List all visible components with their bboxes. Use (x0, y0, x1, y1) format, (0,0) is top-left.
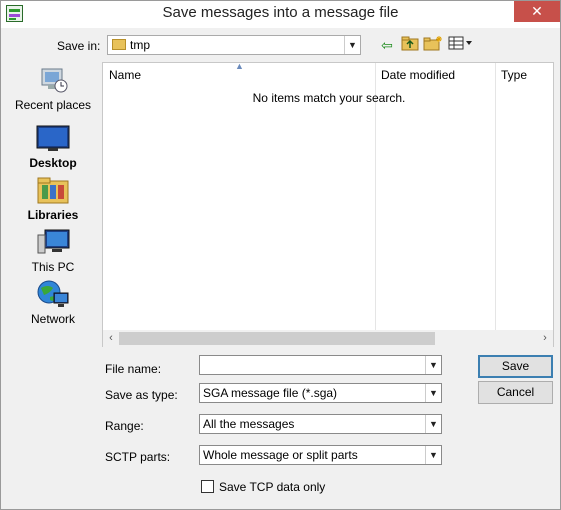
place-this-pc[interactable]: This PC (7, 227, 99, 274)
place-recent-places[interactable]: Recent places (7, 65, 99, 112)
sort-ascending-icon: ▲ (235, 61, 244, 71)
chevron-down-icon[interactable]: ▼ (425, 384, 441, 402)
sctp-parts-select[interactable]: Whole message or split parts ▼ (199, 445, 442, 465)
chevron-down-icon[interactable]: ▼ (425, 356, 441, 374)
close-button[interactable]: ✕ (514, 1, 560, 22)
recent-places-icon (36, 65, 70, 95)
save-in-dropdown[interactable]: tmp ▼ (107, 35, 361, 55)
save-in-label: Save in: (57, 39, 101, 53)
column-header-type[interactable]: Type (495, 63, 555, 87)
view-menu-icon[interactable] (447, 35, 473, 55)
folder-up-icon[interactable] (399, 35, 421, 55)
desktop-icon (36, 123, 70, 153)
file-name-label: File name: (105, 362, 162, 376)
sctp-parts-label: SCTP parts: (105, 450, 171, 464)
file-name-field[interactable]: ▼ (199, 355, 442, 375)
column-header-date-modified[interactable]: Date modified (375, 63, 495, 87)
this-pc-icon (36, 227, 70, 257)
save-tcp-checkbox[interactable] (201, 480, 214, 493)
folder-icon (112, 39, 126, 50)
arrow-left-icon[interactable]: ⇦ (376, 35, 398, 55)
cancel-button[interactable]: Cancel (478, 381, 553, 404)
file-list[interactable]: Name ▲ Date modified Type No items match… (102, 61, 555, 347)
save-tcp-label[interactable]: Save TCP data only (219, 480, 325, 494)
range-select[interactable]: All the messages ▼ (199, 414, 442, 434)
chevron-down-icon[interactable]: ▼ (425, 446, 441, 464)
place-network[interactable]: Network (7, 279, 99, 326)
range-label: Range: (105, 419, 144, 433)
chevron-down-icon: ▼ (344, 36, 360, 54)
new-folder-icon[interactable] (422, 35, 444, 55)
scroll-right-icon[interactable]: › (537, 330, 553, 347)
scroll-thumb[interactable] (119, 332, 435, 345)
empty-message: No items match your search. (252, 91, 406, 105)
title-bar: Save messages into a message file ✕ (1, 1, 560, 28)
places-bar: Recent places Desktop Libraries This PC … (7, 61, 95, 331)
horizontal-scrollbar[interactable]: ‹ › (103, 330, 553, 347)
network-icon (36, 279, 70, 309)
scroll-left-icon[interactable]: ‹ (103, 330, 119, 347)
save-as-type-select[interactable]: SGA message file (*.sga) ▼ (199, 383, 442, 403)
libraries-icon (36, 175, 70, 205)
place-libraries[interactable]: Libraries (7, 175, 99, 222)
save-in-value: tmp (130, 38, 151, 52)
chevron-down-icon[interactable]: ▼ (425, 415, 441, 433)
save-as-type-label: Save as type: (105, 388, 178, 402)
save-button[interactable]: Save (478, 355, 553, 378)
save-dialog: Save messages into a message file ✕ Save… (0, 0, 561, 510)
window-title: Save messages into a message file (162, 4, 399, 21)
place-desktop[interactable]: Desktop (7, 123, 99, 170)
